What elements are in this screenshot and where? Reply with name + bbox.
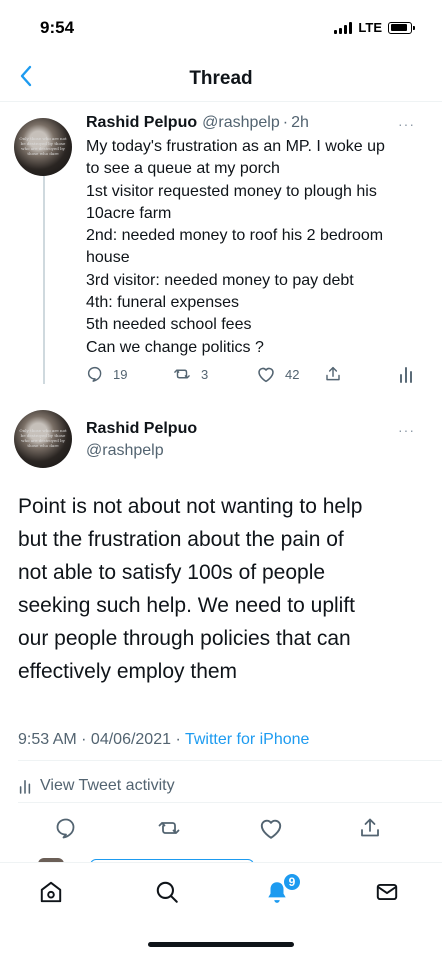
parent-tweet-body: Rashid Pelpuo @rashpelp · 2h My today's … [86, 114, 426, 359]
tweet-text-line: My today's frustration as an MP. I woke … [86, 138, 385, 155]
tweet-text-line: our people through policies that can [18, 627, 351, 650]
tweet-text-line: 1st visitor requested money to plough hi… [86, 182, 377, 200]
reply-icon [87, 366, 102, 382]
retweet-button[interactable] [156, 816, 182, 840]
thread-header: Thread [0, 52, 442, 102]
reply-icon [56, 818, 75, 839]
reply-button[interactable]: 19 [86, 365, 127, 383]
tweet-text-line: effectively employ them [18, 660, 238, 683]
focused-tweet-actions [0, 814, 442, 844]
heart-icon [260, 819, 282, 839]
status-indicators: LTE [334, 20, 415, 35]
tweet-text-line: 5th needed school fees [86, 316, 252, 334]
share-icon [361, 818, 379, 837]
separator-dot: · [282, 114, 289, 131]
nav-home[interactable] [36, 877, 66, 907]
analytics-icon [19, 779, 31, 794]
author-handle[interactable]: @rashpelp [86, 442, 164, 460]
parent-tweet-header: Rashid Pelpuo @rashpelp · 2h [86, 114, 426, 132]
mail-icon [376, 883, 398, 901]
tweet-text-line: house [86, 249, 130, 267]
retweet-icon [158, 822, 180, 834]
reply-count: 19 [113, 366, 128, 382]
reply-button[interactable] [54, 816, 78, 840]
tweet-text-line: 2nd: needed money to roof his 2 bedroom [86, 227, 384, 245]
tweet-timestamp: 9:53 AM · 04/06/2021 · [18, 731, 185, 748]
network-label: LTE [358, 20, 382, 35]
author-handle: @rashpelp [202, 114, 280, 131]
more-options-button[interactable]: ··· [398, 116, 415, 132]
tweet-time[interactable]: 2h [291, 114, 309, 132]
nav-messages[interactable] [372, 877, 402, 907]
tweet-text-line: seeking such help. We need to uplift [18, 594, 355, 617]
parent-tweet-actions: 19 3 42 [86, 365, 426, 389]
notifications-badge: 9 [282, 872, 302, 892]
avatar-caption: Only those who are not be destroyed by t… [19, 136, 67, 156]
tweet-text-line: 10acre farm [86, 204, 172, 222]
signal-icon [334, 21, 353, 34]
page-title: Thread [189, 68, 253, 89]
search-icon [156, 881, 178, 903]
author-name[interactable]: Rashid Pelpuo [86, 420, 197, 438]
like-count: 42 [285, 366, 300, 382]
status-time: 9:54 [40, 18, 75, 37]
share-button[interactable] [358, 816, 382, 840]
retweet-button[interactable]: 3 [172, 365, 208, 383]
tweet-meta: 9:53 AM · 04/06/2021 · Twitter for iPhon… [18, 731, 309, 749]
avatar[interactable]: Only those who are not be destroyed by t… [14, 410, 72, 468]
view-tweet-activity-link[interactable]: View Tweet activity [18, 777, 175, 795]
battery-icon [388, 21, 415, 34]
analytics-icon [400, 367, 412, 383]
like-button[interactable]: 42 [256, 365, 299, 383]
home-indicator [148, 942, 294, 947]
tweet-text-line: Point is not about not wanting to help [18, 495, 363, 518]
tweet-source-link[interactable]: Twitter for iPhone [185, 731, 310, 748]
tweet-text-line: but the frustration about the pain of [18, 528, 344, 551]
nav-search[interactable] [152, 877, 182, 907]
share-button[interactable] [324, 365, 342, 383]
avatar[interactable]: Only those who are not be destroyed by t… [14, 118, 72, 176]
tweet-text-line: not able to satisfy 100s of people [18, 561, 326, 584]
home-icon [40, 881, 62, 903]
divider [18, 802, 442, 803]
like-button[interactable] [258, 816, 284, 840]
retweet-icon [174, 369, 190, 379]
retweet-count: 3 [201, 366, 209, 382]
author-name[interactable]: Rashid Pelpuo [86, 114, 197, 132]
tweet-text-line: 4th: funeral expenses [86, 294, 239, 312]
tweet-text: My today's frustration as an MP. I woke … [86, 136, 426, 359]
more-options-button[interactable]: ··· [398, 422, 415, 438]
divider [18, 760, 442, 761]
heart-icon [258, 367, 274, 383]
thread-connector-line [43, 176, 45, 384]
view-tweet-activity-label: View Tweet activity [40, 777, 175, 794]
status-bar: 9:54 LTE [0, 0, 442, 52]
tweet-text-line: 3rd visitor: needed money to pay debt [86, 271, 354, 289]
tweet-text-line: Can we change politics ? [86, 338, 264, 356]
tweet-text-line: to see a queue at my porch [86, 160, 280, 178]
share-icon [326, 366, 340, 381]
analytics-button[interactable] [398, 365, 414, 383]
avatar-caption: Only those who are not be destroyed by t… [19, 428, 67, 448]
tweet-text: Point is not about not wanting to help b… [18, 490, 428, 688]
